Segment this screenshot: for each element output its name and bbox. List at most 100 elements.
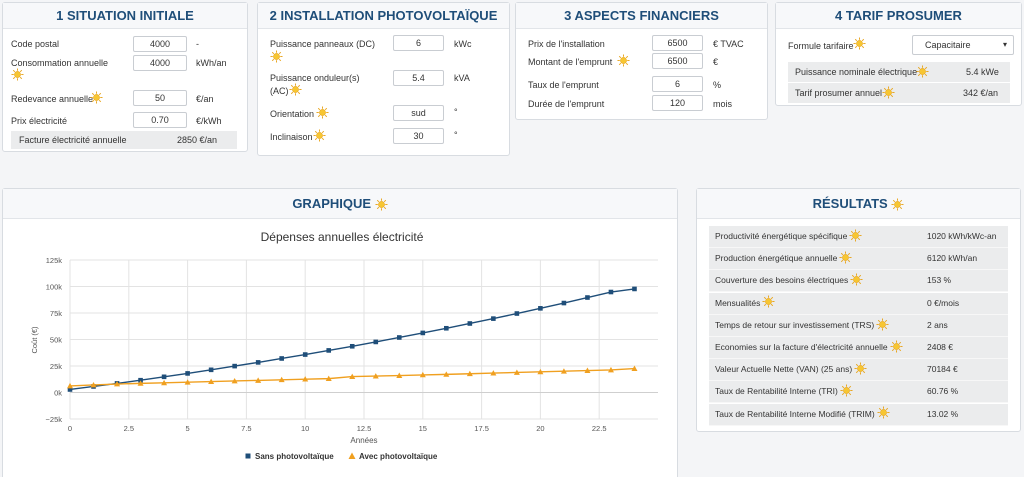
sun-help-icon[interactable] [839,251,852,264]
consumption-unit: kWh/an [196,58,227,68]
data-point [185,371,190,376]
results-title: RÉSULTATS [812,196,888,211]
data-point [608,289,614,295]
financial-panel: 3 ASPECTS FINANCIERS Prix de l'installat… [515,2,768,120]
tariff-value: 342 €/an [963,88,999,98]
x-tick-label: 0 [68,424,72,433]
tariff-label: Tarif prosumer annuel [795,88,883,98]
y-tick-label: 100k [46,283,63,292]
result-row: Couverture des besoins électriques 153 % [709,270,1008,293]
sun-help-icon[interactable] [890,340,903,353]
nominal-value: 5.4 kWe [966,67,999,77]
data-point [467,321,473,326]
tilt-input[interactable]: 30 [393,128,444,144]
inverter-input[interactable]: 5.4 [393,70,444,86]
data-point [514,311,520,316]
result-value: 6120 kWh/an [927,253,978,264]
data-point [491,316,496,321]
postal-input[interactable]: 4000 [133,36,187,52]
loan-amount-input[interactable]: 6500 [652,53,703,69]
inverter-label: Puissance onduleur(s) [270,73,360,83]
nominal-row: Puissance nominale électrique 5.4 kWe [788,62,1010,82]
formula-select[interactable]: Capacitaire ▾ [912,35,1014,55]
consumption-label: Consommation annuelle [11,58,109,68]
y-tick-label: 50k [50,336,62,345]
x-tick-label: 10 [301,424,309,433]
postal-unit: - [196,39,199,49]
sun-help-icon[interactable] [916,65,929,78]
loan-duration-label: Durée de l'emprunt [528,99,605,109]
results-header: RÉSULTATS [697,189,1020,219]
fee-unit: €/an [196,94,214,104]
result-label: Couverture des besoins électriques [715,273,863,286]
sun-help-icon[interactable] [849,229,862,242]
consumption-input[interactable]: 4000 [133,55,187,71]
bill-label: Facture électricité annuelle [19,135,127,145]
legend-marker [348,452,356,459]
install-price-label: Prix de l'installation [528,39,605,49]
formula-select-value: Capacitaire [925,40,971,50]
result-row: Taux de Rentabilité Interne (TRI) 60.76 % [709,381,1008,404]
data-point [279,356,284,361]
situation-panel: 1 SITUATION INITIALE Code postal 4000 - … [2,2,248,152]
inverter-unit: kVA [454,73,470,83]
fee-input[interactable]: 50 [133,90,187,106]
sun-help-icon[interactable] [617,54,630,67]
sun-help-icon[interactable] [854,362,867,375]
result-value: 0 €/mois [927,297,960,308]
result-value: 2408 € [927,342,953,352]
fee-label: Redevance annuelle [11,94,94,104]
sun-help-icon[interactable] [840,384,853,397]
price-input[interactable]: 0.70 [133,112,187,128]
sun-help-icon[interactable] [891,198,904,211]
sun-help-icon[interactable] [877,406,890,419]
sun-help-icon[interactable] [11,68,24,81]
y-tick-label: 0k [54,389,62,398]
x-tick-label: 22.5 [592,424,607,433]
sun-help-icon[interactable] [876,318,889,331]
result-label: Mensualités [715,295,775,309]
data-point [302,352,308,357]
result-row: Economies sur la facture d'électricité a… [709,337,1008,359]
result-value: 153 % [927,275,952,286]
orientation-input[interactable]: sud [393,105,444,121]
graph-panel-header: GRAPHIQUE [3,189,677,219]
panel-power-input[interactable]: 6 [393,35,444,51]
sun-help-icon[interactable] [853,37,866,50]
sun-help-icon[interactable] [90,91,103,104]
result-label: Economies sur la facture d'électricité a… [715,340,903,353]
data-point [349,343,355,349]
x-tick-label: 2.5 [124,424,134,433]
result-label: Taux de Rentabilité Interne Modifié (TRI… [715,406,890,420]
data-point [255,360,261,365]
x-tick-label: 5 [186,424,190,433]
loan-rate-unit: % [713,80,722,90]
tariff-row: Tarif prosumer annuel 342 €/an [788,83,1010,103]
result-row: Valeur Actuelle Nette (VAN) (25 ans) 7018… [709,359,1008,382]
sun-help-icon[interactable] [316,106,329,119]
result-row: Productivité énergétique spécifique 1020 … [709,226,1008,248]
sun-help-icon[interactable] [289,83,302,96]
data-point [538,306,543,311]
loan-duration-input[interactable]: 120 [652,95,703,111]
bill-value: 2850 €/an [177,135,218,145]
sun-help-icon[interactable] [375,198,388,211]
legend-marker [245,453,251,459]
sun-help-icon[interactable] [270,50,283,63]
sun-help-icon[interactable] [850,273,863,286]
loan-rate-input[interactable]: 6 [652,76,703,92]
sun-help-icon[interactable] [882,86,895,99]
data-point [326,348,332,353]
sun-help-icon[interactable] [762,295,775,308]
panel-power-label: Puissance panneaux (DC) [270,39,376,49]
y-tick-label: 75k [50,309,62,318]
result-value: 13.02 % [927,408,959,419]
graph-panel-title: GRAPHIQUE [292,196,372,211]
result-value: 2 ans [927,319,948,330]
install-price-input[interactable]: 6500 [652,35,703,51]
sun-help-icon[interactable] [313,129,326,142]
inverter-label-ac: (AC) [270,86,289,96]
data-point [232,363,237,369]
formula-label: Formule tarifaire [788,41,854,51]
orientation-unit: ° [454,107,458,117]
